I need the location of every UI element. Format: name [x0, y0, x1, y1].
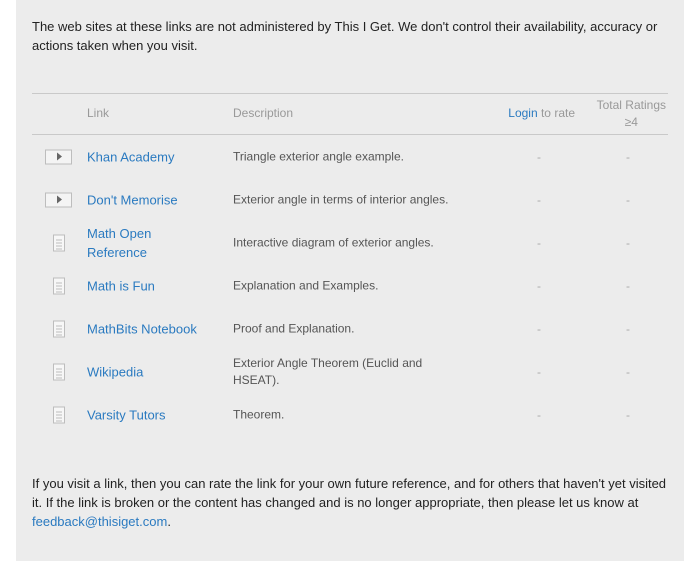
- header-link: Link: [87, 106, 110, 120]
- table-row: Math is Fun Explanation and Examples. - …: [32, 264, 668, 307]
- resource-link[interactable]: Varsity Tutors: [87, 405, 207, 424]
- resource-description: Proof and Explanation.: [233, 321, 355, 335]
- total-ratings-value: -: [626, 278, 630, 293]
- resource-description: Triangle exterior angle example.: [233, 149, 404, 163]
- rating-value: -: [537, 321, 541, 336]
- total-ratings-value: -: [626, 235, 630, 250]
- disclaimer-text: The web sites at these links are not adm…: [32, 19, 658, 53]
- header-total-line2: ≥4: [624, 115, 638, 129]
- header-rate: Login to rate: [508, 106, 575, 120]
- document-icon: [53, 320, 65, 337]
- table-row: Don't Memorise Exterior angle in terms o…: [32, 178, 668, 221]
- rate-suffix: to rate: [537, 106, 575, 120]
- total-ratings-value: -: [626, 321, 630, 336]
- header-total-line1: Total Ratings: [596, 98, 666, 112]
- resource-link[interactable]: Don't Memorise: [87, 190, 207, 209]
- rating-value: -: [537, 407, 541, 422]
- table-row: Wikipedia Exterior Angle Theorem (Euclid…: [32, 350, 668, 393]
- external-links-panel: The web sites at these links are not adm…: [16, 0, 684, 561]
- rating-value: -: [537, 364, 541, 379]
- document-icon: [53, 363, 65, 380]
- rating-value: -: [537, 235, 541, 250]
- links-table: Link Description Login to rate Total Rat…: [32, 93, 668, 436]
- total-ratings-value: -: [626, 192, 630, 207]
- header-total-ratings: Total Ratings ≥4: [597, 97, 666, 131]
- resource-description: Exterior Angle Theorem (Euclid and HSEAT…: [233, 355, 423, 387]
- rating-value: -: [537, 278, 541, 293]
- resource-link[interactable]: Khan Academy: [87, 147, 207, 166]
- rating-value: -: [537, 192, 541, 207]
- feedback-email-link[interactable]: feedback@thisiget.com: [32, 514, 167, 529]
- resource-link[interactable]: Wikipedia: [87, 362, 207, 381]
- resource-description: Explanation and Examples.: [233, 278, 379, 292]
- resource-description: Theorem.: [233, 407, 285, 421]
- table-row: MathBits Notebook Proof and Explanation.…: [32, 307, 668, 350]
- resource-description: Exterior angle in terms of interior angl…: [233, 192, 449, 206]
- play-icon[interactable]: [45, 149, 72, 164]
- table-row: Varsity Tutors Theorem. - -: [32, 393, 668, 436]
- resource-description: Interactive diagram of exterior angles.: [233, 235, 434, 249]
- login-link[interactable]: Login: [508, 106, 537, 120]
- resource-link[interactable]: MathBits Notebook: [87, 319, 207, 338]
- total-ratings-value: -: [626, 149, 630, 164]
- document-icon: [53, 234, 65, 251]
- rating-value: -: [537, 149, 541, 164]
- table-row: Khan Academy Triangle exterior angle exa…: [32, 135, 668, 178]
- table-row: Math Open Reference Interactive diagram …: [32, 221, 668, 264]
- document-icon: [53, 277, 65, 294]
- header-description: Description: [233, 106, 294, 120]
- rating-info-text: If you visit a link, then you can rate t…: [32, 474, 672, 531]
- table-body: Khan Academy Triangle exterior angle exa…: [32, 135, 668, 436]
- rating-info-end: .: [167, 514, 171, 529]
- play-icon[interactable]: [45, 192, 72, 207]
- resource-link[interactable]: Math is Fun: [87, 276, 207, 295]
- table-header: Link Description Login to rate Total Rat…: [32, 93, 668, 135]
- rating-info-body: If you visit a link, then you can rate t…: [32, 476, 667, 510]
- resource-link[interactable]: Math Open Reference: [87, 224, 207, 262]
- total-ratings-value: -: [626, 364, 630, 379]
- document-icon: [53, 406, 65, 423]
- total-ratings-value: -: [626, 407, 630, 422]
